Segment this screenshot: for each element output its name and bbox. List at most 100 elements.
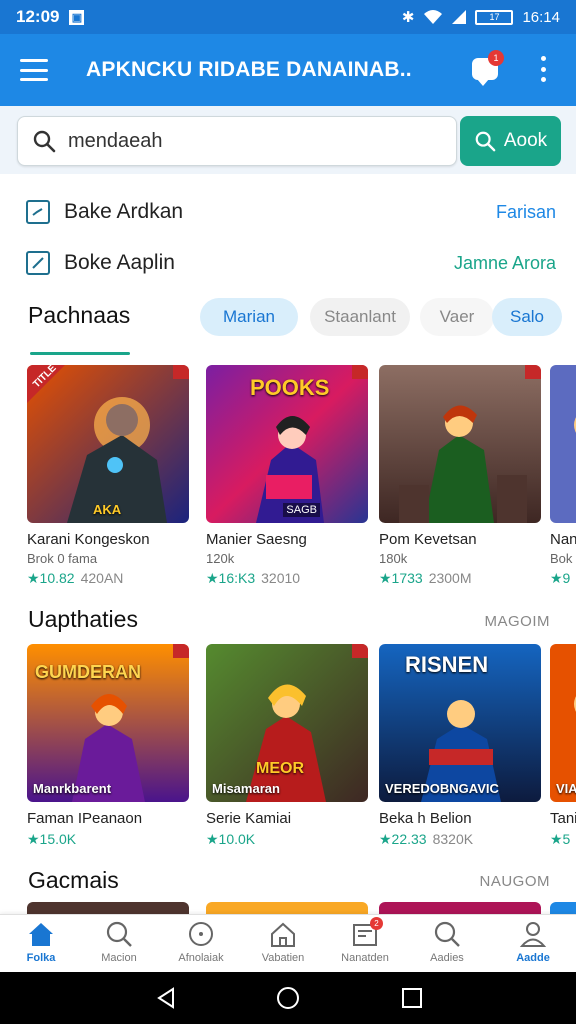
- nav-label: Nanatden: [341, 952, 389, 964]
- person-icon: [519, 922, 547, 947]
- quick-row-1[interactable]: Bake Ardkan Farisan: [0, 190, 576, 234]
- card-overlay-text: POOKS: [250, 375, 330, 400]
- search-button-icon: [475, 131, 496, 152]
- game-meta: 2300M: [428, 570, 472, 586]
- chip-marian[interactable]: Marian: [200, 298, 298, 336]
- card-overlay-text: Manrkbarent: [33, 781, 112, 796]
- battery-level: 17: [489, 12, 500, 22]
- game-thumbnail: RISNEN VEREDOBNGAVIC: [379, 644, 541, 802]
- nav-item-profile[interactable]: Aadde: [492, 919, 574, 971]
- home-button-icon[interactable]: [276, 986, 300, 1010]
- search-box: [17, 116, 457, 166]
- game-rating: ★16:K3: [206, 570, 256, 586]
- game-card[interactable]: RISNEN VEREDOBNGAVIC Beka h Belion ★22.3…: [379, 644, 541, 848]
- checkbox-icon[interactable]: [26, 251, 50, 275]
- game-name: Karani Kongeskon: [27, 531, 150, 548]
- game-name: Beka h Belion: [379, 810, 472, 827]
- game-stats: ★16:K3 32010: [206, 570, 368, 587]
- game-rating: ★5: [550, 831, 571, 847]
- chip-staanlant[interactable]: Staanlant: [310, 298, 410, 336]
- system-navigation-bar: [0, 972, 576, 1024]
- game-thumbnail: GUMDERAN Manrkbarent: [27, 644, 189, 802]
- chip-vaer[interactable]: Vaer: [420, 298, 494, 336]
- home-icon: [29, 923, 53, 946]
- app-title: APKNCKU RIDABE DANAINAB..: [86, 58, 412, 81]
- status-time-right: 16:14: [522, 8, 560, 26]
- game-thumbnail[interactable]: [206, 902, 368, 914]
- game-thumbnail[interactable]: [379, 902, 541, 914]
- nav-label: Afnolaiak: [178, 952, 224, 964]
- app-bar: APKNCKU RIDABE DANAINAB.. 1: [0, 34, 576, 106]
- more-options-icon[interactable]: [538, 56, 548, 82]
- game-rating: ★1733: [379, 570, 423, 586]
- game-meta: 32010: [261, 570, 301, 586]
- card-flag: [352, 365, 368, 379]
- nav-item-search-alt[interactable]: Aadies: [406, 919, 488, 971]
- quick-row-2[interactable]: Boke Aaplin Jamne Arora: [0, 241, 576, 285]
- nav-label: Vabatien: [261, 952, 305, 964]
- card-overlay-text: AKA: [93, 502, 122, 517]
- game-card[interactable]: VIA Tani ★5: [550, 644, 576, 848]
- game-card[interactable]: MEOR Misamaran Serie Kamiai ★10.0K: [206, 644, 368, 848]
- game-rating: ★10.0K: [206, 831, 256, 847]
- search-alt-icon: [434, 921, 460, 947]
- game-card[interactable]: Pom Kevetsan 180k ★1733 2300M: [379, 365, 541, 587]
- nav-item-news[interactable]: 2 Nanatden: [324, 917, 406, 971]
- card-flag: [173, 365, 189, 379]
- game-name: Manier Saesng: [206, 531, 307, 548]
- game-stats: ★9: [550, 570, 576, 587]
- nav-item-house[interactable]: Vabatien: [242, 919, 324, 971]
- game-thumbnail: [379, 365, 541, 523]
- game-stats: ★15.0K: [27, 831, 189, 848]
- game-name: Serie Kamiai: [206, 810, 292, 827]
- quick-row-action[interactable]: Farisan: [496, 202, 556, 223]
- quick-row-label: Bake Ardkan: [64, 200, 184, 223]
- status-notification-icon: ▣: [69, 9, 85, 25]
- quick-row-label: Boke Aaplin: [64, 251, 175, 274]
- signal-icon: [452, 10, 467, 24]
- game-rating: ★15.0K: [27, 831, 77, 847]
- nav-badge: 2: [370, 917, 383, 930]
- section-title: Uapthaties: [28, 606, 138, 632]
- game-thumbnail: VIA: [550, 644, 576, 802]
- game-meta: 8320K: [432, 831, 474, 847]
- back-icon[interactable]: [154, 986, 178, 1010]
- bottom-navigation: Folka Macion Afnolaiak Vabatien 2 Nanatd…: [0, 914, 576, 972]
- nav-item-compass[interactable]: Afnolaiak: [160, 919, 242, 971]
- game-meta: 420AN: [80, 570, 124, 586]
- notifications-button[interactable]: 1: [470, 50, 504, 86]
- search-area: Aook: [0, 106, 576, 174]
- quick-row-action[interactable]: Jamne Arora: [454, 253, 556, 274]
- game-stats: ★10.82 420AN: [27, 570, 189, 587]
- status-time: 12:09: [16, 7, 60, 26]
- nav-label: Folka: [26, 952, 56, 964]
- filter-chips: Marian Staanlant Vaer Salo: [178, 298, 576, 336]
- game-rating: ★22.33: [379, 831, 427, 847]
- section-more-link[interactable]: MAGOIM: [485, 613, 551, 630]
- game-thumbnail[interactable]: [27, 902, 189, 914]
- game-thumbnail[interactable]: [550, 902, 576, 914]
- notification-badge: 1: [488, 50, 504, 66]
- chip-salo[interactable]: Salo: [492, 298, 562, 336]
- nav-item-search[interactable]: Macion: [78, 919, 160, 971]
- section-more-link[interactable]: NAUGOM: [480, 873, 551, 890]
- tab-indicator: [30, 352, 130, 355]
- game-card[interactable]: POOKS SAGB Manier Saesng 120k ★16:K3 3201…: [206, 365, 368, 587]
- nav-item-home[interactable]: Folka: [0, 919, 82, 971]
- game-card[interactable]: GUMDERAN Manrkbarent Faman IPeanaon ★15.…: [27, 644, 189, 848]
- game-thumbnail: MEOR Misamaran: [206, 644, 368, 802]
- game-card[interactable]: Nan Bok ★9: [550, 365, 576, 587]
- game-rating: ★10.82: [27, 570, 75, 586]
- card-flag: [525, 365, 541, 379]
- status-bar: 12:09 ▣ ✱ 17 16:14: [0, 0, 576, 34]
- game-card[interactable]: TITLE AKA Karani Kongeskon Brok 0 fama ★…: [27, 365, 189, 587]
- search-input[interactable]: [68, 129, 428, 153]
- checkbox-icon[interactable]: [26, 200, 50, 224]
- menu-icon[interactable]: [20, 59, 48, 81]
- recents-icon[interactable]: [400, 986, 424, 1010]
- bluetooth-icon: ✱: [401, 9, 415, 26]
- search-button[interactable]: Aook: [460, 116, 561, 166]
- section-title: Gacmais: [28, 867, 119, 893]
- game-name: Nan: [550, 531, 576, 548]
- section-title: Pachnaas: [28, 302, 131, 328]
